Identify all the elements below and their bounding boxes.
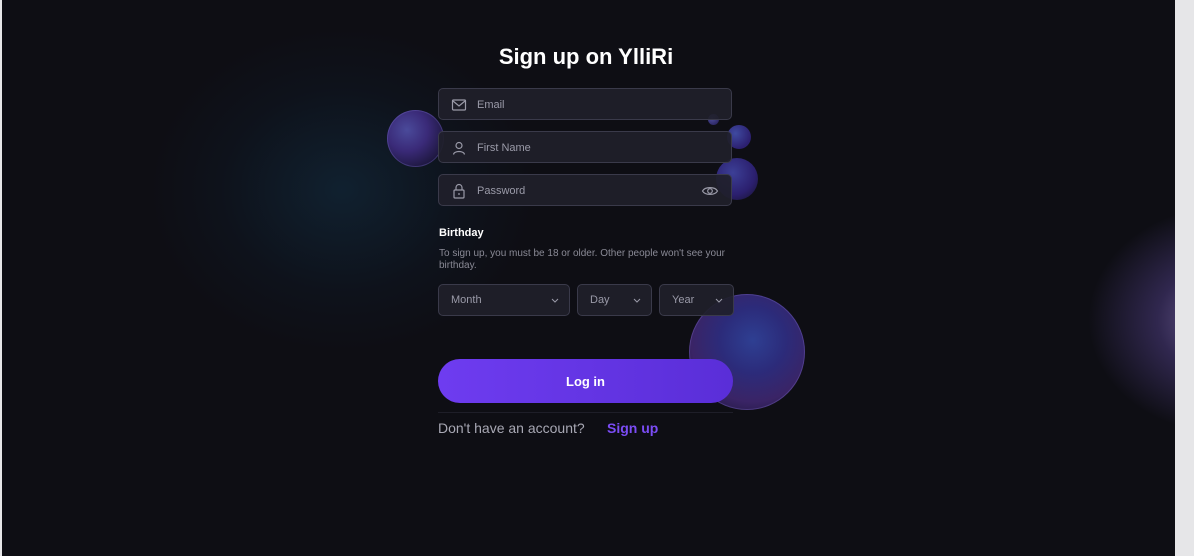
background-glow-right [1087,205,1175,435]
birthday-title: Birthday [439,227,484,239]
chevron-down-icon [633,295,641,303]
eye-icon[interactable] [701,183,719,199]
signup-link[interactable]: Sign up [607,420,658,436]
decorative-orb [387,110,444,167]
month-select[interactable]: Month [438,284,570,316]
year-label: Year [672,294,695,306]
page-title: Sign up on YlliRi [498,44,674,69]
mail-icon [451,97,467,113]
divider [438,412,733,413]
day-select[interactable]: Day [577,284,652,316]
page: Sign up on YlliRi Birthday To sign up, y… [2,0,1175,556]
password-field[interactable] [438,174,732,207]
lock-icon [451,183,467,199]
first-name-input[interactable] [475,132,699,164]
signup-prompt: Don't have an account? [438,420,585,436]
user-icon [451,140,467,156]
login-button[interactable]: Log in [438,359,733,403]
birthday-note: To sign up, you must be 18 or older. Oth… [439,248,725,271]
month-label: Month [451,294,482,306]
chevron-down-icon [715,295,723,303]
year-select[interactable]: Year [659,284,734,316]
email-input[interactable] [475,89,699,121]
email-field[interactable] [438,88,732,121]
day-label: Day [590,294,610,306]
password-input[interactable] [475,175,699,207]
first-name-field[interactable] [438,131,732,164]
chevron-down-icon [551,295,559,303]
